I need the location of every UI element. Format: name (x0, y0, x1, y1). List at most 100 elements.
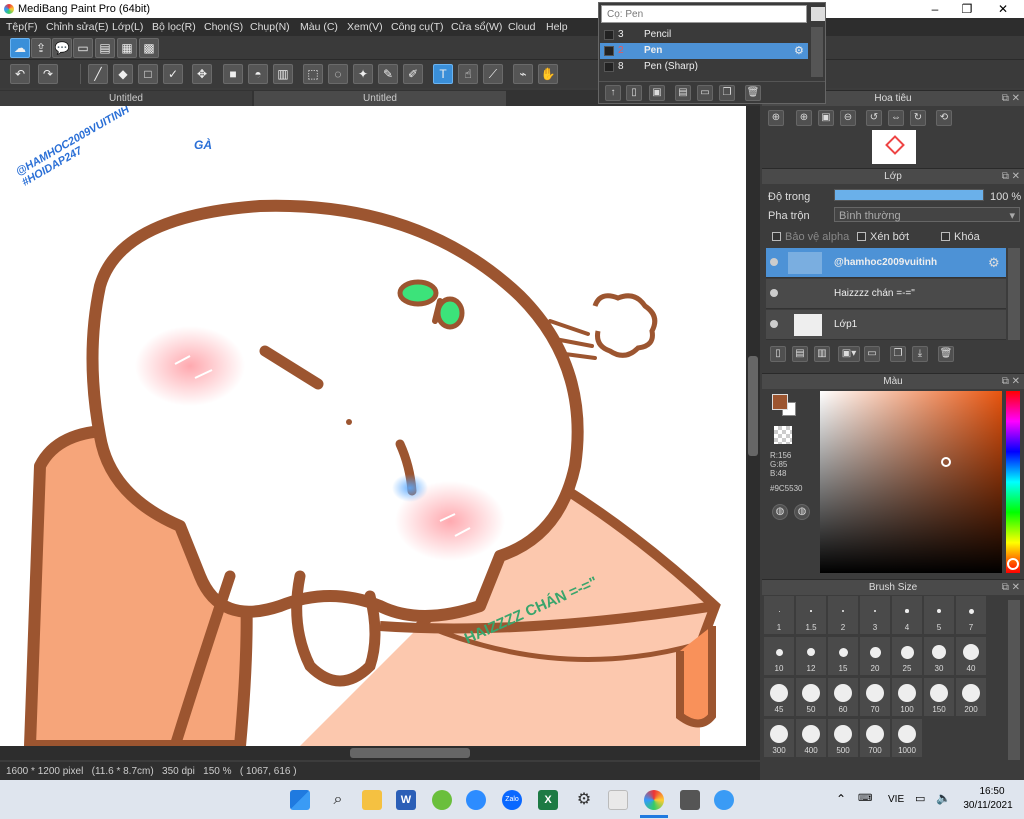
undo-icon[interactable]: ↶ (10, 64, 30, 84)
medibang-icon[interactable] (644, 790, 664, 810)
brush-size-cell[interactable]: 400 (796, 719, 826, 757)
start-icon[interactable] (290, 790, 310, 810)
fit-icon[interactable]: ▣ (818, 110, 834, 126)
file-explorer-icon[interactable] (362, 790, 382, 810)
menu-color[interactable]: Màu (C) (300, 21, 338, 33)
chevron-up-icon[interactable]: ⌃ (836, 792, 846, 806)
network-icon[interactable]: ▭ (915, 792, 925, 805)
hscroll-thumb[interactable] (350, 748, 470, 758)
drawing-canvas[interactable]: @HAMHOC2009VUITINH #HOIDAP247 GÀ HAIZZZZ… (0, 106, 746, 746)
menu-view[interactable]: Xem(V) (347, 21, 383, 33)
gradient-icon[interactable]: ▥ (273, 64, 293, 84)
color-saturation-picker[interactable] (820, 391, 1002, 573)
hand-icon[interactable]: ✋ (538, 64, 558, 84)
menu-cloud[interactable]: Cloud (508, 21, 535, 33)
move-icon[interactable]: ✥ (192, 64, 212, 84)
merge-icon[interactable]: ⤓ (912, 346, 928, 362)
palette-icon[interactable]: ◍ (772, 504, 788, 520)
rotate-right-icon[interactable]: ↻ (910, 110, 926, 126)
popup-close-icon[interactable] (811, 7, 825, 21)
tab-untitled-1[interactable]: Untitled (0, 91, 252, 106)
panel-close-icon[interactable]: ⧉ ✕ (1002, 580, 1020, 596)
brush-size-cell[interactable]: 4 (892, 596, 922, 634)
color-picker-cursor[interactable] (941, 457, 951, 467)
select-pen-icon[interactable]: ✎ (378, 64, 398, 84)
zoom-plus-icon[interactable]: ⊕ (796, 110, 812, 126)
menu-filter[interactable]: Bộ lọc(R) (152, 21, 196, 33)
cloud-upload-icon[interactable]: ↑ (605, 85, 621, 101)
rect-select-icon[interactable]: ⬚ (303, 64, 323, 84)
brush-size-cell[interactable]: 70 (860, 678, 890, 716)
brush-size-cell[interactable]: 10 (764, 637, 794, 675)
eye-icon[interactable] (770, 258, 778, 266)
brush-size-cell[interactable]: 40 (956, 637, 986, 675)
clock-date[interactable]: 30/11/2021 (958, 800, 1018, 811)
new-layer-icon[interactable]: ▯ (770, 346, 786, 362)
hue-cursor[interactable] (1007, 558, 1019, 570)
brush-size-cell[interactable]: 300 (764, 719, 794, 757)
brush-size-cell[interactable]: 25 (892, 637, 922, 675)
gear-icon[interactable]: ⚙ (988, 255, 1000, 271)
menu-layer[interactable]: Lớp(L) (112, 21, 143, 33)
shape-icon[interactable]: □ (138, 64, 158, 84)
zoom-icon[interactable] (466, 790, 486, 810)
search-icon[interactable]: ⌕ (328, 790, 348, 810)
calculator-icon[interactable] (680, 790, 700, 810)
brush-icon[interactable]: ╱ (88, 64, 108, 84)
excel-icon[interactable]: X (538, 790, 558, 810)
transparent-swatch[interactable] (774, 426, 792, 444)
menu-capture[interactable]: Chụp(N) (250, 21, 290, 33)
brush-search-input[interactable]: Cọ: Pen (601, 5, 807, 23)
menu-tools[interactable]: Công cụ(T) (391, 21, 444, 33)
brush-size-cell[interactable]: 100 (892, 678, 922, 716)
rotate-left-icon[interactable]: ↺ (866, 110, 882, 126)
brush-item-pen[interactable]: 2 Pen ⚙ (600, 43, 808, 59)
menu-window[interactable]: Cửa sổ(W) (451, 21, 502, 33)
language-indicator[interactable]: VIE (888, 794, 904, 805)
layer-row[interactable]: Lớp1 (766, 310, 1006, 340)
maximize-button[interactable]: ❐ (952, 1, 982, 17)
add-layer-menu-icon[interactable]: ▣▾ (838, 346, 860, 362)
navigator-thumbnail[interactable] (872, 130, 916, 164)
volume-icon[interactable]: 🔈 (936, 791, 951, 805)
eraser-icon[interactable]: ◆ (113, 64, 133, 84)
brush-size-cell[interactable]: 30 (924, 637, 954, 675)
keyboard-icon[interactable]: ⌨ (858, 793, 872, 804)
eye-icon[interactable] (770, 320, 778, 328)
brush-size-scrollbar[interactable] (1008, 600, 1020, 760)
brush-size-cell[interactable]: 45 (764, 678, 794, 716)
brush-size-cell[interactable]: 15 (828, 637, 858, 675)
tab-untitled-2[interactable]: Untitled (254, 91, 506, 106)
new-brush-icon[interactable]: ▯ (626, 85, 642, 101)
brush-size-cell[interactable]: 5 (924, 596, 954, 634)
brush-size-cell[interactable]: 7 (956, 596, 986, 634)
lock-checkbox[interactable] (941, 232, 950, 241)
brush-size-cell[interactable]: 60 (828, 678, 858, 716)
brush-size-cell[interactable]: 20 (860, 637, 890, 675)
app-green-icon[interactable] (432, 790, 452, 810)
hue-slider[interactable] (1006, 391, 1020, 573)
brush-size-cell[interactable]: 1000 (892, 719, 922, 757)
folder-icon[interactable]: ▭ (864, 346, 880, 362)
bucket-icon[interactable]: ◓ (248, 64, 268, 84)
layer-list-scrollbar[interactable] (1008, 248, 1020, 340)
trash-icon[interactable]: 🗑 (938, 346, 954, 362)
opacity-slider[interactable] (834, 189, 984, 201)
brush-item-pen-sharp[interactable]: 8 Pen (Sharp) (600, 59, 808, 75)
canvas-horizontal-scrollbar[interactable] (0, 746, 760, 760)
divide-icon[interactable]: ⟋ (483, 64, 503, 84)
brush-settings-icon[interactable]: ▤ (675, 85, 691, 101)
canvas-vertical-scrollbar[interactable] (746, 106, 760, 746)
speech-bubble-icon[interactable]: ▭ (73, 38, 93, 58)
blend-select[interactable]: Bình thường ▾ (834, 207, 1020, 222)
color-settings-icon[interactable]: ◍ (794, 504, 810, 520)
brush-size-cell[interactable]: 12 (796, 637, 826, 675)
brush-size-cell[interactable]: 3 (860, 596, 890, 634)
layer-row[interactable]: Haizzzz chán =-=" (766, 279, 1006, 309)
primary-color-swatch[interactable] (772, 394, 788, 410)
cloud-icon[interactable]: ☁ (10, 38, 30, 58)
fill-rect-icon[interactable]: ■ (223, 64, 243, 84)
brush-item-pencil[interactable]: 3 Pencil (600, 27, 808, 43)
brush-list-scrollbar[interactable] (811, 27, 823, 77)
eyedropper-icon[interactable]: ⌁ (513, 64, 533, 84)
